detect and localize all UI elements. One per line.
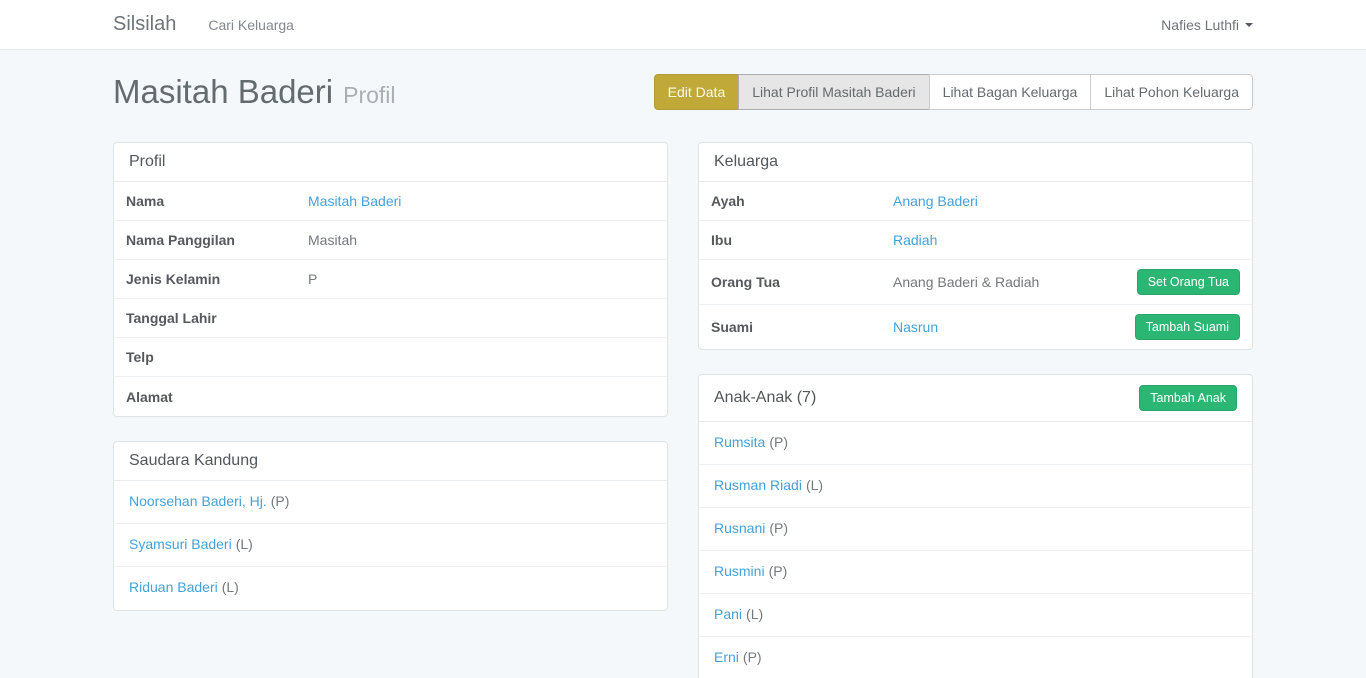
row-value: P (308, 271, 655, 287)
gender-label: (L) (236, 536, 253, 552)
top-navbar: Silsilah Cari Keluarga Nafies Luthfi (0, 0, 1366, 50)
anak-card-title: Anak-Anak (7) (714, 389, 816, 407)
keluarga-card: Keluarga Ayah Anang Baderi Ibu Radiah Or… (698, 142, 1253, 350)
list-item: Riduan Baderi(L) (114, 567, 667, 610)
gender-label: (P) (769, 434, 788, 450)
row-label: Jenis Kelamin (126, 271, 308, 287)
table-row: Nama Masitah Baderi (114, 182, 667, 221)
profile-action-group: Edit Data Lihat Profil Masitah Baderi Li… (654, 74, 1253, 110)
gender-label: (P) (743, 649, 762, 665)
nav-link-cari-keluarga[interactable]: Cari Keluarga (208, 17, 294, 33)
list-item: Rusman Riadi(L) (699, 465, 1252, 508)
list-item: Syamsuri Baderi(L) (114, 524, 667, 567)
gender-label: (P) (271, 493, 290, 509)
saudara-card-title: Saudara Kandung (129, 452, 258, 470)
saudara-kandung-card: Saudara Kandung Noorsehan Baderi, Hj.(P)… (113, 441, 668, 611)
list-item: Rusnani(P) (699, 508, 1252, 551)
page-subtitle: Profil (343, 82, 395, 108)
row-label: Telp (126, 349, 308, 365)
row-label: Orang Tua (711, 274, 893, 290)
person-link[interactable]: Radiah (893, 232, 937, 248)
table-row: Tanggal Lahir (114, 299, 667, 338)
person-link[interactable]: Pani (714, 606, 742, 622)
list-item: Noorsehan Baderi, Hj.(P) (114, 481, 667, 524)
tambah-anak-button[interactable]: Tambah Anak (1139, 385, 1237, 411)
page-title-block: Masitah Baderi Profil (113, 73, 396, 111)
set-orang-tua-button[interactable]: Set Orang Tua (1137, 269, 1240, 295)
row-value: Masitah (308, 232, 655, 248)
gender-label: (P) (769, 520, 788, 536)
user-menu[interactable]: Nafies Luthfi (1161, 17, 1253, 33)
person-link[interactable]: Nasrun (893, 319, 938, 335)
row-value: Anang Baderi & Radiah (893, 274, 1137, 290)
row-label: Tanggal Lahir (126, 310, 308, 326)
table-row: Suami Nasrun Tambah Suami (699, 305, 1252, 349)
table-row: Orang Tua Anang Baderi & Radiah Set Oran… (699, 260, 1252, 305)
chevron-down-icon (1245, 23, 1253, 27)
table-row: Ayah Anang Baderi (699, 182, 1252, 221)
profil-card: Profil Nama Masitah Baderi Nama Panggila… (113, 142, 668, 417)
gender-label: (L) (222, 579, 239, 595)
gender-label: (L) (746, 606, 763, 622)
person-link[interactable]: Masitah Baderi (308, 193, 401, 209)
app-brand[interactable]: Silsilah (113, 13, 176, 36)
person-link[interactable]: Anang Baderi (893, 193, 978, 209)
row-label: Nama (126, 193, 308, 209)
person-link[interactable]: Noorsehan Baderi, Hj. (129, 493, 267, 509)
person-link[interactable]: Rumsita (714, 434, 765, 450)
edit-data-button[interactable]: Edit Data (654, 74, 740, 110)
anak-anak-card: Anak-Anak (7) Tambah Anak Rumsita(P) Rus… (698, 374, 1253, 678)
page-title: Masitah Baderi (113, 73, 333, 110)
list-item: Rumsita(P) (699, 422, 1252, 465)
tambah-suami-button[interactable]: Tambah Suami (1135, 314, 1240, 340)
person-link[interactable]: Rusnani (714, 520, 765, 536)
lihat-pohon-button[interactable]: Lihat Pohon Keluarga (1090, 74, 1253, 110)
table-row: Nama Panggilan Masitah (114, 221, 667, 260)
table-row: Telp (114, 338, 667, 377)
gender-label: (P) (769, 563, 788, 579)
gender-label: (L) (806, 477, 823, 493)
person-link[interactable]: Syamsuri Baderi (129, 536, 232, 552)
row-label: Suami (711, 319, 893, 335)
person-link[interactable]: Rusman Riadi (714, 477, 802, 493)
row-label: Ayah (711, 193, 893, 209)
row-label: Nama Panggilan (126, 232, 308, 248)
row-label: Alamat (126, 389, 308, 405)
table-row: Jenis Kelamin P (114, 260, 667, 299)
person-link[interactable]: Erni (714, 649, 739, 665)
user-name: Nafies Luthfi (1161, 17, 1239, 33)
keluarga-card-title: Keluarga (714, 153, 778, 171)
lihat-profil-button[interactable]: Lihat Profil Masitah Baderi (738, 74, 929, 110)
profil-card-title: Profil (129, 153, 165, 171)
table-row: Alamat (114, 377, 667, 416)
list-item: Pani(L) (699, 594, 1252, 637)
person-link[interactable]: Rusmini (714, 563, 765, 579)
table-row: Ibu Radiah (699, 221, 1252, 260)
person-link[interactable]: Riduan Baderi (129, 579, 218, 595)
list-item: Rusmini(P) (699, 551, 1252, 594)
list-item: Erni(P) (699, 637, 1252, 678)
row-label: Ibu (711, 232, 893, 248)
lihat-bagan-button[interactable]: Lihat Bagan Keluarga (929, 74, 1092, 110)
